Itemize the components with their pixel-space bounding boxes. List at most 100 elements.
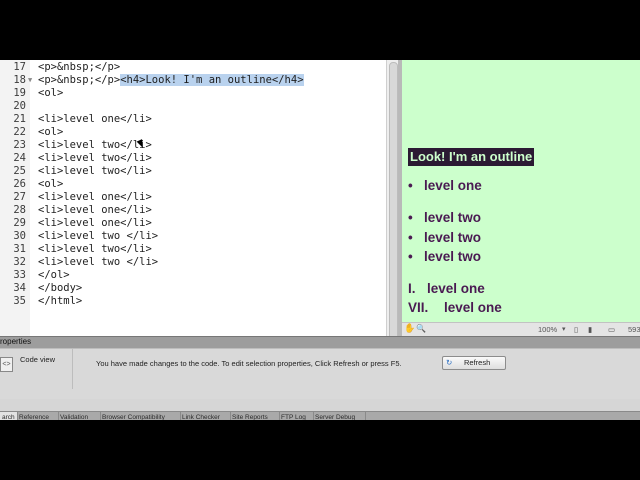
code-text: <li>level two </li> [38,256,159,268]
code-text: <li>level one</li> [38,217,152,229]
hand-tool-icon[interactable]: ✋ [404,323,415,334]
code-text: </body> [38,282,83,294]
list-marker: • [408,210,413,225]
desktop-size-icon[interactable]: ▭ [608,325,615,334]
properties-left: <> Code view [0,349,73,389]
line-number: 30 [13,230,26,242]
selected-code[interactable]: <h4>Look! I'm an outline</h4> [120,74,304,86]
code-line[interactable]: 18 ▼ <p>&nbsp;</p><h4>Look! I'm an outline… [0,74,386,87]
list-marker: I. [408,281,416,296]
code-line[interactable]: 31 <li>level two</li> [0,243,386,256]
code-text: <li>level two</li> [38,243,152,255]
code-text: <p>&nbsp;</p><h4>Look! I'm an outline</h… [38,74,304,87]
line-number: 25 [13,165,26,177]
code-line[interactable]: 34 </body> [0,282,386,295]
fold-arrow-icon[interactable]: ▼ [28,74,32,87]
tab-6[interactable]: FTP Log [279,412,314,420]
line-number: 17 [13,61,26,73]
line-number: 32 [13,256,26,268]
vertical-scrollbar-thumb[interactable] [389,62,398,364]
line-number: 26 [13,178,26,190]
refresh-icon: ↻ [446,358,453,367]
code-text-plain: <p>&nbsp;</p> [38,74,121,86]
zoom-level[interactable]: 100% [538,325,557,334]
line-number: 35 [13,295,26,307]
line-number: 23 [13,139,26,151]
tab-4[interactable]: Link Checker [180,412,231,420]
tab-1[interactable]: Reference [17,412,59,420]
tablet-size-icon[interactable]: ▮ [588,325,592,334]
code-line[interactable]: 19 <ol> [0,87,386,100]
code-line[interactable]: 24 <li>level two</li> [0,152,386,165]
line-number: 31 [13,243,26,255]
line-number: 21 [13,113,26,125]
properties-panel: <> Code view You have made changes to th… [0,348,640,399]
code-line[interactable]: 25 <li>level two</li> [0,165,386,178]
list-marker: • [408,249,413,264]
code-icon: <> [0,357,13,372]
tab-2[interactable]: Validation [58,412,101,420]
list-item[interactable]: level one [424,178,482,194]
line-number: 28 [13,204,26,216]
code-text: <p>&nbsp;</p> [38,61,121,73]
code-line[interactable]: 32 <li>level two </li> [0,256,386,269]
code-line[interactable]: 20 [0,100,386,113]
outline-heading[interactable]: Look! I'm an outline [408,148,535,166]
code-text: <li>level two</li> [38,139,152,151]
code-text: <li>level two </li> [38,230,159,242]
line-number: 33 [13,269,26,281]
editor-window: 17 <p>&nbsp;</p> 18 ▼ <p>&nbsp;</p><h4>Look!… [0,60,640,420]
line-number: 20 [13,100,26,112]
code-line[interactable]: 23 <li>level two</li> [0,139,386,152]
list-item[interactable]: level one [427,281,485,297]
code-line[interactable]: 27 <li>level one</li> [0,191,386,204]
code-text: <li>level two</li> [38,152,152,164]
tab-3[interactable]: Browser Compatibility [100,412,181,420]
list-item[interactable]: level two [424,210,481,226]
tab-5[interactable]: Site Reports [230,412,280,420]
line-number: 24 [13,152,26,164]
code-view-label: Code view [20,355,56,364]
mobile-size-icon[interactable]: ▯ [574,325,578,334]
code-line[interactable]: 17 <p>&nbsp;</p> [0,61,386,74]
code-line[interactable]: 29 <li>level one</li> [0,217,386,230]
code-text: <li>level two</li> [38,165,152,177]
tab-7[interactable]: Server Debug [313,412,366,420]
window-width: 593 [628,325,640,334]
results-tabs: arch Reference Validation Browser Compatibi… [0,411,640,420]
code-line[interactable]: 28 <li>level one</li> [0,204,386,217]
refresh-label: Refresh [464,358,491,367]
code-text: </ol> [38,269,70,281]
code-view[interactable]: 17 <p>&nbsp;</p> 18 ▼ <p>&nbsp;</p><h4>Look!… [0,60,399,383]
line-number: 19 [13,87,26,99]
list-marker: VII. [408,300,429,315]
code-text: <ol> [38,126,64,138]
refresh-button[interactable]: ↻ Refresh [442,356,506,370]
list-marker: • [408,178,413,193]
line-number: 34 [13,282,26,294]
properties-message: You have made changes to the code. To ed… [96,359,402,368]
properties-title: roperties [0,337,32,346]
list-marker: • [408,230,413,245]
code-line[interactable]: 35 </html> [0,295,386,308]
tab-0[interactable]: arch [0,412,18,420]
line-number: 27 [13,191,26,203]
code-text: <li>level one</li> [38,191,152,203]
design-view[interactable]: Look! I'm an outline • level one • level tw… [402,60,640,324]
list-item[interactable]: level one [444,300,502,316]
line-number: 18 [13,74,26,86]
list-item[interactable]: level two [424,230,481,246]
code-line[interactable]: 21 <li>level one</li> [0,113,386,126]
line-number: 22 [13,126,26,138]
code-text: <ol> [38,178,64,190]
zoom-tool-icon[interactable]: 🔍 [416,324,426,333]
zoom-dropdown-icon[interactable]: ▾ [562,325,566,333]
code-line[interactable]: 22 <ol> [0,126,386,139]
list-item[interactable]: level two [424,249,481,265]
line-number: 29 [13,217,26,229]
code-text: </html> [38,295,83,307]
code-text: <ol> [38,87,64,99]
code-line[interactable]: 33 </ol> [0,269,386,282]
code-line[interactable]: 26 <ol> [0,178,386,191]
code-line[interactable]: 30 <li>level two </li> [0,230,386,243]
